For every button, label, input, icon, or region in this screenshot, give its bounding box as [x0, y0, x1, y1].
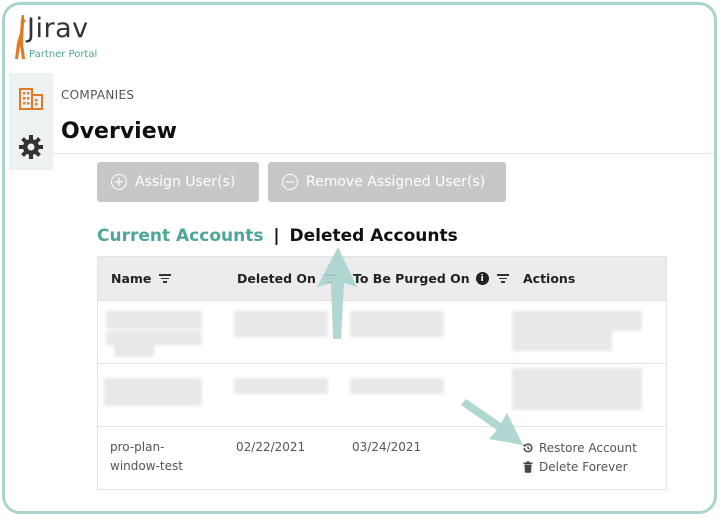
restore-account-label: Restore Account	[539, 441, 637, 455]
cell-name: pro-plan-window-test	[110, 440, 183, 473]
page-title: Overview	[61, 119, 177, 144]
tab-current-accounts[interactable]: Current Accounts	[97, 226, 263, 246]
building-icon	[19, 88, 43, 110]
restore-account-link[interactable]: Restore Account	[522, 441, 637, 455]
divider	[53, 153, 714, 154]
column-to-be-purged-on[interactable]: To Be Purged On i	[353, 271, 509, 286]
annotation-arrow-restore	[461, 399, 523, 445]
info-icon[interactable]: i	[475, 272, 489, 285]
tab-separator: |	[273, 226, 280, 246]
logo-subtitle: Partner Portal	[29, 49, 98, 60]
cell-deleted-on: 02/22/2021	[236, 440, 306, 454]
column-actions: Actions	[523, 271, 576, 286]
annotation-arrow-up	[317, 247, 357, 339]
plus-circle-icon: +	[111, 174, 127, 190]
remove-assigned-users-button[interactable]: − Remove Assigned User(s)	[268, 162, 506, 202]
gear-icon	[19, 135, 43, 159]
assign-users-button[interactable]: + Assign User(s)	[97, 162, 259, 202]
remove-assigned-users-label: Remove Assigned User(s)	[306, 174, 486, 190]
filter-icon[interactable]	[159, 272, 172, 285]
screenshot-frame: Jirav Partner Portal COMPANIES Overview …	[2, 2, 717, 514]
logo-wordmark: Jirav	[27, 13, 89, 44]
table-row-redacted[interactable]	[98, 300, 666, 364]
sidebar-item-settings[interactable]	[17, 133, 45, 161]
sidebar-item-companies[interactable]	[17, 85, 45, 113]
table-row-redacted[interactable]	[98, 363, 666, 427]
deleted-accounts-table: Name Deleted On To Be Purged On i Action…	[97, 256, 667, 490]
sidebar	[9, 73, 53, 170]
filter-icon[interactable]	[496, 272, 509, 285]
delete-forever-link[interactable]: Delete Forever	[522, 460, 628, 474]
trash-icon	[523, 461, 533, 473]
account-tabs: Current Accounts | Deleted Accounts	[97, 226, 458, 246]
cell-purged-on: 03/24/2021	[352, 440, 422, 454]
breadcrumb[interactable]: COMPANIES	[61, 88, 134, 102]
delete-forever-label: Delete Forever	[539, 460, 628, 474]
table-header: Name Deleted On To Be Purged On i Action…	[98, 257, 666, 300]
column-name[interactable]: Name	[111, 271, 172, 286]
table-row[interactable]: pro-plan-window-test 02/22/2021 03/24/20…	[98, 426, 666, 491]
assign-users-label: Assign User(s)	[135, 174, 236, 190]
minus-circle-icon: −	[282, 174, 298, 190]
